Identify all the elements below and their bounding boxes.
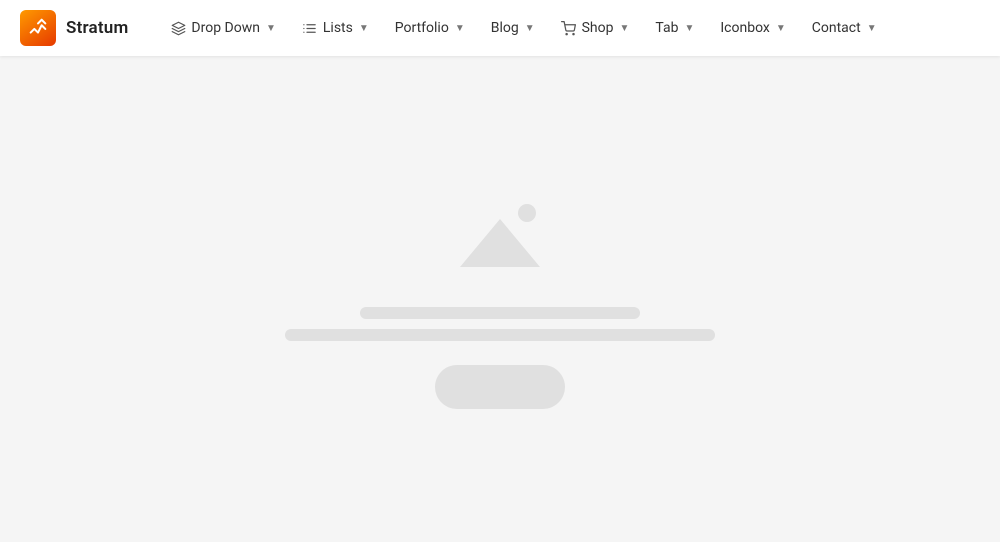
logo-icon <box>20 10 56 46</box>
chevron-down-icon: ▼ <box>359 23 369 34</box>
nav-item-tab: Tab ▼ <box>643 12 706 44</box>
placeholder-image-icon <box>445 189 555 279</box>
nav-label-lists: Lists <box>323 20 353 36</box>
nav-item-dropdown: Drop Down ▼ <box>158 12 287 44</box>
skeleton-line-short <box>360 307 640 319</box>
nav-link-iconbox[interactable]: Iconbox ▼ <box>708 12 797 44</box>
nav-label-shop: Shop <box>582 20 614 36</box>
chevron-down-icon: ▼ <box>684 23 694 34</box>
chevron-down-icon: ▼ <box>867 23 877 34</box>
chevron-down-icon: ▼ <box>455 23 465 34</box>
layers-icon <box>170 20 186 36</box>
skeleton-text-lines <box>285 307 715 341</box>
main-content <box>0 56 1000 542</box>
nav-link-contact[interactable]: Contact ▼ <box>800 12 889 44</box>
nav-item-portfolio: Portfolio ▼ <box>383 12 477 44</box>
chevron-down-icon: ▼ <box>776 23 786 34</box>
nav-link-dropdown[interactable]: Drop Down ▼ <box>158 12 287 44</box>
nav-link-lists[interactable]: Lists ▼ <box>290 12 381 44</box>
nav-link-blog[interactable]: Blog ▼ <box>479 12 547 44</box>
nav-label-blog: Blog <box>491 20 519 36</box>
nav-item-iconbox: Iconbox ▼ <box>708 12 797 44</box>
nav-item-shop: Shop ▼ <box>549 12 642 44</box>
chevron-down-icon: ▼ <box>266 23 276 34</box>
nav-label-iconbox: Iconbox <box>720 20 770 36</box>
chevron-down-icon: ▼ <box>619 23 629 34</box>
nav-label-contact: Contact <box>812 20 861 36</box>
nav-item-lists: Lists ▼ <box>290 12 381 44</box>
list-icon <box>302 20 318 36</box>
skeleton-line-long <box>285 329 715 341</box>
nav-menu: Drop Down ▼ Lists ▼ <box>158 12 888 44</box>
nav-label-dropdown: Drop Down <box>191 20 260 36</box>
nav-link-shop[interactable]: Shop ▼ <box>549 12 642 44</box>
brand-name: Stratum <box>66 18 128 38</box>
nav-label-portfolio: Portfolio <box>395 20 449 36</box>
nav-link-tab[interactable]: Tab ▼ <box>643 12 706 44</box>
chevron-down-icon: ▼ <box>525 23 535 34</box>
skeleton-button <box>435 365 565 409</box>
navbar: Stratum Drop Down ▼ <box>0 0 1000 56</box>
cart-icon <box>561 20 577 36</box>
logo[interactable]: Stratum <box>20 10 128 46</box>
nav-item-blog: Blog ▼ <box>479 12 547 44</box>
nav-link-portfolio[interactable]: Portfolio ▼ <box>383 12 477 44</box>
nav-item-contact: Contact ▼ <box>800 12 889 44</box>
nav-label-tab: Tab <box>655 20 678 36</box>
